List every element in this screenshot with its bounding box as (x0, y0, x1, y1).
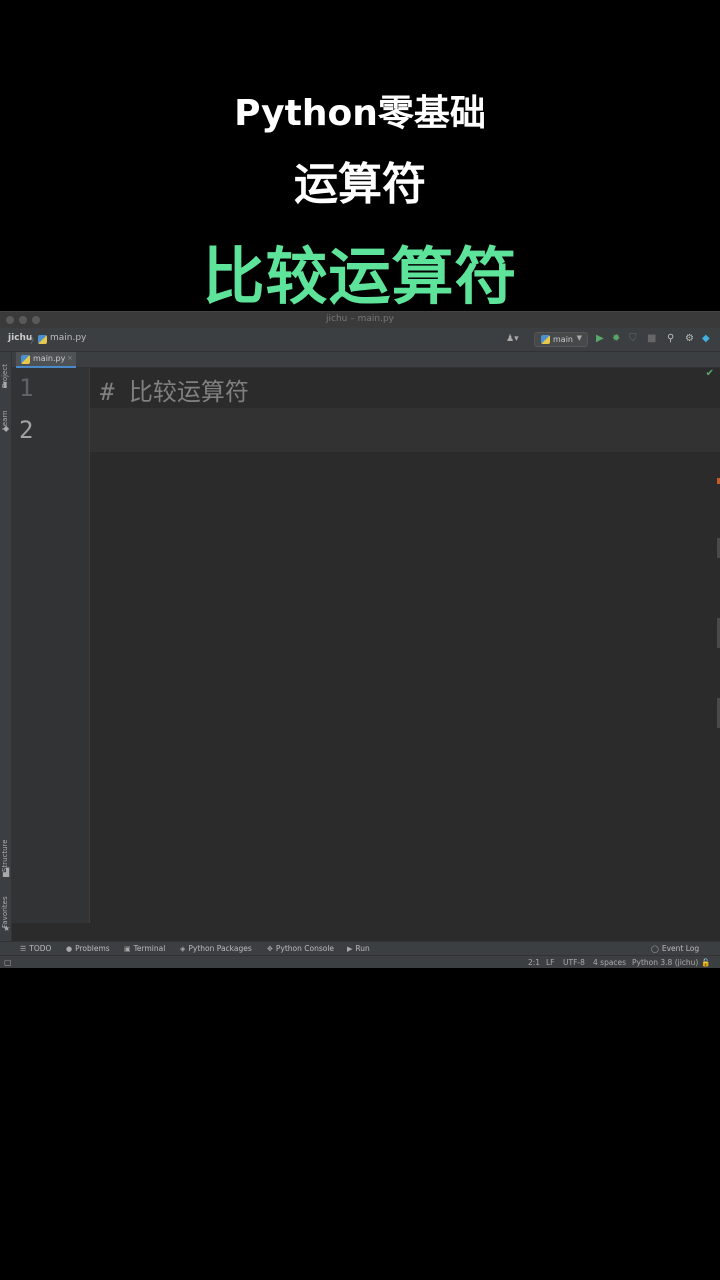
check-icon: ✔ (705, 368, 714, 379)
console-icon: ✥ (267, 945, 273, 953)
layout-toggle-icon[interactable]: ▢ (4, 958, 12, 967)
python-packages-label: Python Packages (188, 944, 252, 953)
stop-icon[interactable]: ■ (647, 333, 656, 345)
window-titlebar: jichu – main.py (0, 312, 720, 328)
run-configuration-select[interactable]: main ▼ (534, 332, 588, 347)
coverage-icon[interactable]: ⛉ (629, 333, 637, 345)
tab-label: main.py (33, 354, 66, 363)
event-log-tool-button[interactable]: ◯ Event Log (651, 944, 699, 953)
navigation-bar: jichu 〉 main.py ♟▾ main ▼ ▶ ✹ ⛉ ■ ⚲ ⚙ ◆ (0, 328, 720, 352)
plugin-icon[interactable]: ◆ (702, 333, 710, 345)
chevron-down-icon: ▼ (576, 334, 582, 342)
python-file-icon (38, 335, 47, 344)
event-log-icon: ◯ (651, 945, 659, 953)
window-title: jichu – main.py (326, 314, 394, 324)
ide-window: jichu – main.py jichu 〉 main.py ♟▾ main … (0, 311, 720, 968)
code-comment: # 比较运算符 (100, 378, 249, 406)
todo-tool-button[interactable]: ☰ TODO (20, 944, 51, 953)
run-icon[interactable]: ▶ (596, 333, 604, 345)
terminal-icon: ▣ (124, 945, 131, 953)
structure-icon[interactable]: ▟ (3, 868, 9, 877)
line-number: 2 (19, 416, 34, 444)
close-tab-icon[interactable]: × (67, 354, 73, 362)
code-line[interactable]: # 比较运算符 (90, 368, 720, 408)
python-console-tool-button[interactable]: ✥ Python Console (267, 944, 334, 953)
left-tool-strip: Project ▮ Learn ◆ Structure ▟ Favorites … (0, 352, 12, 941)
search-icon[interactable]: ⚲ (667, 333, 674, 345)
python-file-icon (541, 335, 550, 344)
status-indent[interactable]: 4 spaces (593, 958, 626, 967)
status-line-separator[interactable]: LF (546, 958, 555, 967)
status-interpreter[interactable]: Python 3.8 (jichu) (632, 958, 698, 967)
editor-tab-bar: main.py × (12, 352, 720, 368)
status-bar: ▢ 2:1 LF UTF-8 4 spaces Python 3.8 (jich… (0, 955, 720, 968)
overlay-title-line1: Python零基础 (234, 93, 486, 134)
learn-icon[interactable]: ◆ (3, 424, 9, 433)
run-configuration-label: main (553, 335, 573, 344)
folder-icon[interactable]: ▮ (3, 380, 7, 389)
tool-window-bar: ☰ TODO ● Problems ▣ Terminal ◈ Python Packag… (0, 941, 720, 955)
list-icon: ☰ (20, 945, 27, 953)
gear-icon[interactable]: ⚙ (685, 333, 694, 345)
tab-main-py[interactable]: main.py × (16, 352, 76, 368)
problems-icon: ● (66, 945, 73, 953)
terminal-tool-button[interactable]: ▣ Terminal (124, 944, 165, 953)
overlay-title-block: Python零基础 运算符 比较运算符 (0, 0, 720, 313)
overlay-title-line2: 运算符 (294, 159, 426, 210)
breadcrumb-project[interactable]: jichu (8, 333, 32, 343)
todo-label: TODO (29, 944, 52, 953)
run-tool-button[interactable]: ▶ Run (347, 944, 370, 953)
problems-tool-button[interactable]: ● Problems (66, 944, 110, 953)
overlay-title-line3: 比较运算符 (202, 240, 518, 313)
debug-icon[interactable]: ✹ (612, 333, 620, 345)
run-label: Run (355, 944, 370, 953)
python-file-icon (21, 355, 30, 364)
code-line-current[interactable] (90, 408, 720, 452)
python-console-label: Python Console (275, 944, 335, 953)
code-editor[interactable]: # 比较运算符 ✔ (90, 368, 720, 923)
line-number: 1 (19, 374, 34, 402)
event-log-label: Event Log (661, 944, 700, 953)
user-icon[interactable]: ♟▾ (506, 333, 519, 345)
lock-icon[interactable]: 🔓 (701, 958, 710, 967)
python-packages-tool-button[interactable]: ◈ Python Packages (180, 944, 252, 953)
packages-icon: ◈ (180, 945, 186, 953)
star-icon[interactable]: ★ (3, 924, 10, 933)
line-number-gutter: 1 2 (12, 368, 90, 923)
problems-label: Problems (75, 944, 110, 953)
breadcrumb-file[interactable]: main.py (50, 333, 86, 343)
status-caret-position[interactable]: 2:1 (528, 958, 540, 967)
run-icon: ▶ (347, 945, 353, 953)
status-encoding[interactable]: UTF-8 (563, 958, 585, 967)
terminal-label: Terminal (133, 944, 166, 953)
